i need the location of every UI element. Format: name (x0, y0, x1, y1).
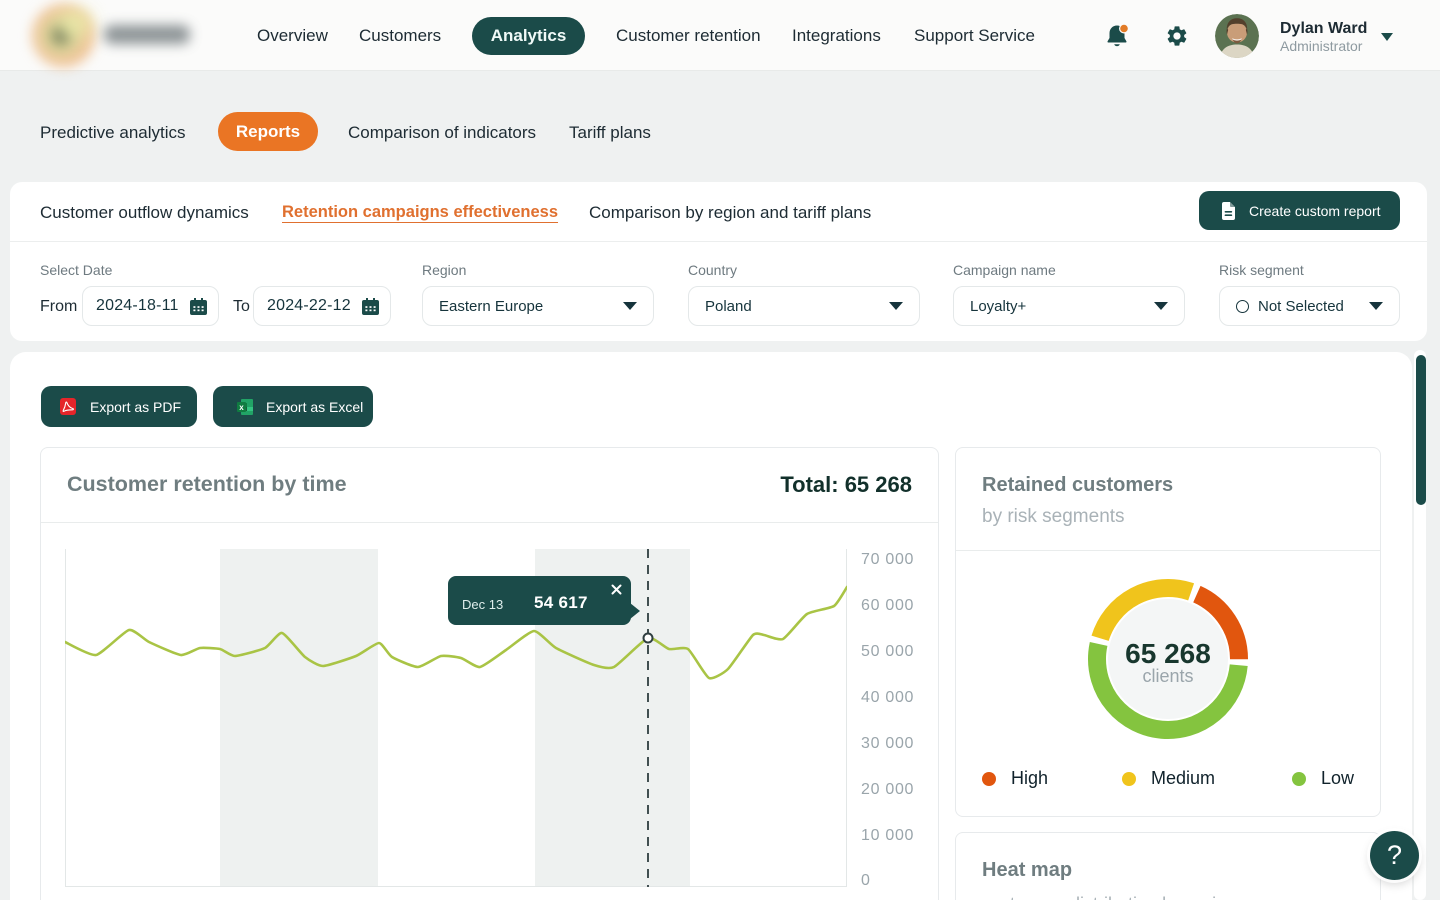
svg-text:x: x (239, 403, 244, 412)
